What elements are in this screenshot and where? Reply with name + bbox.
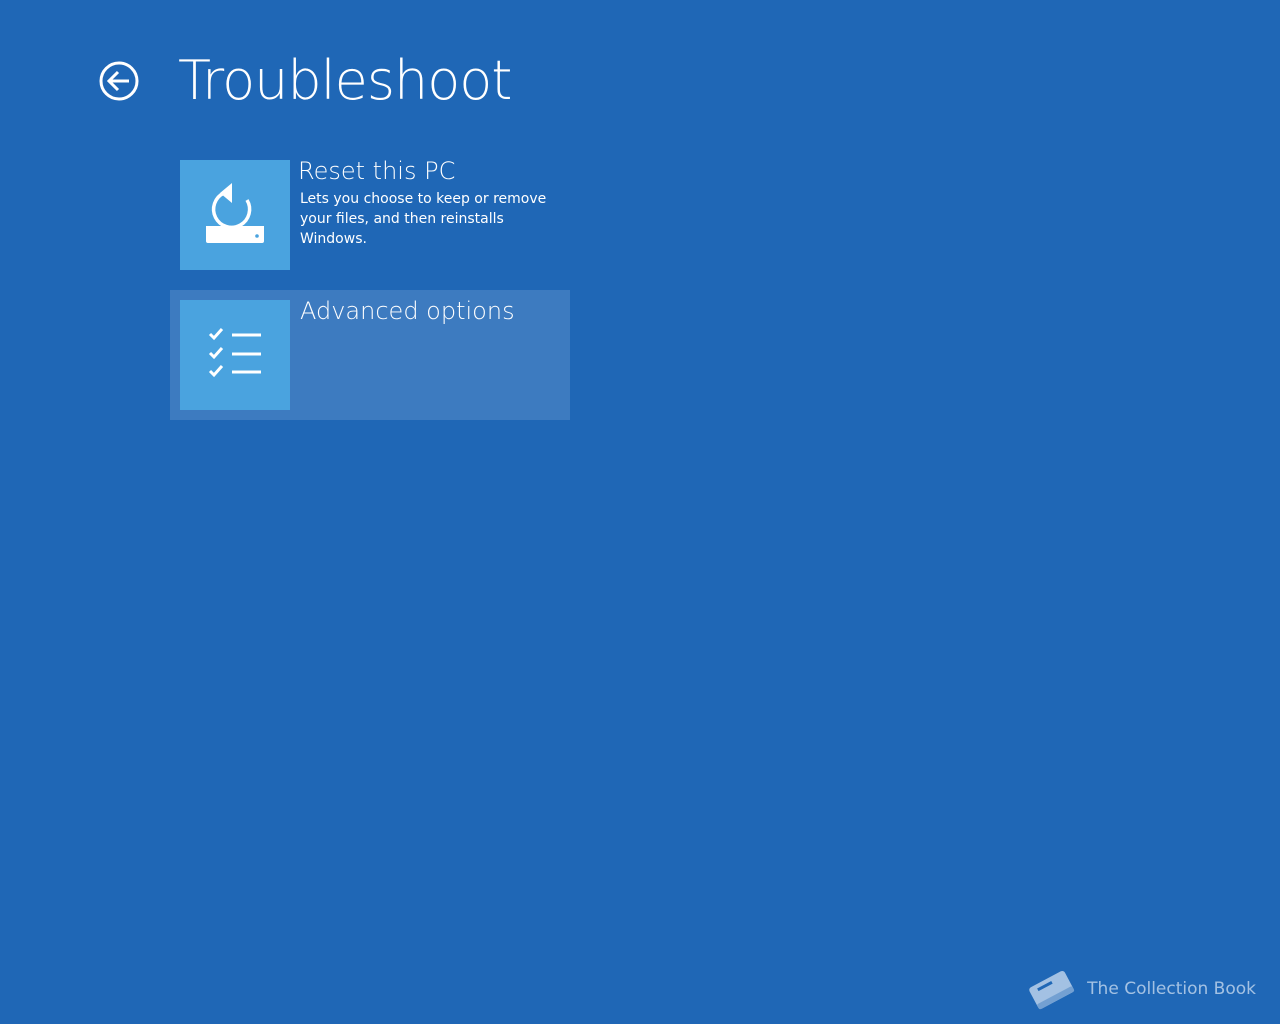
advanced-options-option[interactable]: Advanced options [170, 290, 570, 420]
watermark-text: The Collection Book [1087, 979, 1256, 999]
reset-this-pc-option[interactable]: Reset this PC Lets you choose to keep or… [170, 150, 570, 280]
reset-pc-icon [206, 183, 264, 243]
reset-pc-tile [180, 160, 290, 270]
back-arrow-circle-icon [99, 61, 139, 101]
watermark: The Collection Book [1025, 966, 1256, 1012]
option-title: Reset this PC [298, 157, 456, 185]
advanced-options-tile [180, 300, 290, 410]
option-title: Advanced options [300, 297, 515, 325]
book-icon [1029, 970, 1075, 1010]
option-description: Lets you choose to keep or remove your f… [300, 191, 547, 247]
back-button[interactable] [99, 61, 139, 101]
checklist-icon [208, 328, 261, 378]
page-title: Troubleshoot [178, 49, 512, 112]
